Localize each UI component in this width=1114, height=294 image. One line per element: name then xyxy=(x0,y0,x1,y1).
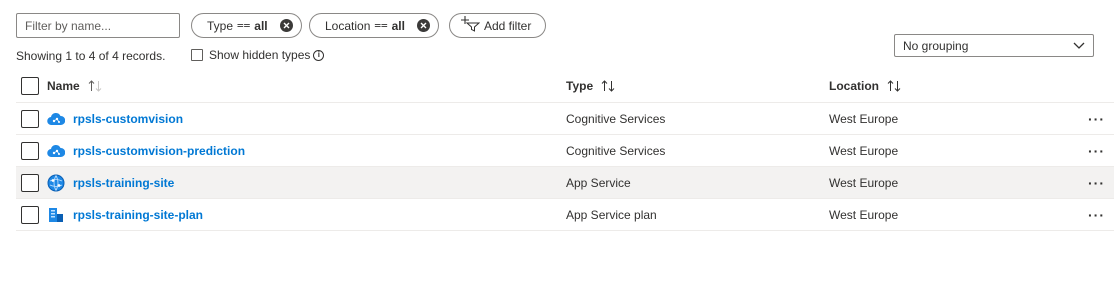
resource-name-link[interactable]: rpsls-training-site xyxy=(73,176,174,190)
info-icon[interactable]: i xyxy=(313,49,325,61)
more-options-icon[interactable]: ··· xyxy=(1088,199,1105,230)
column-type-label: Type xyxy=(566,79,594,93)
sort-icon[interactable] xyxy=(887,80,901,92)
add-filter-icon xyxy=(460,16,481,35)
grouping-selected-value: No grouping xyxy=(903,38,969,53)
location-cell: West Europe xyxy=(829,175,899,190)
select-all-checkbox[interactable] xyxy=(21,77,39,95)
type-cell: App Service plan xyxy=(566,207,657,222)
show-hidden-types-label: Show hidden types xyxy=(209,48,311,62)
location-filter-operator: == xyxy=(374,19,388,32)
sort-icon[interactable] xyxy=(88,80,102,92)
remove-location-filter-icon[interactable] xyxy=(416,19,430,32)
name-cell: rpsls-customvision xyxy=(47,103,183,134)
add-filter-button[interactable]: Add filter xyxy=(449,13,547,38)
app-service-plan-icon xyxy=(47,206,65,224)
location-filter-value: all xyxy=(391,18,405,33)
type-cell: App Service xyxy=(566,175,631,190)
cognitive-services-icon xyxy=(47,110,65,128)
type-filter-value: all xyxy=(254,18,268,33)
location-cell: West Europe xyxy=(829,143,899,158)
type-filter-operator: == xyxy=(237,19,251,32)
type-filter-pill[interactable]: Type == all xyxy=(191,13,302,38)
cognitive-services-icon xyxy=(47,142,65,160)
more-options-icon[interactable]: ··· xyxy=(1088,103,1105,134)
name-cell: rpsls-customvision-prediction xyxy=(47,135,245,166)
sort-icon[interactable] xyxy=(601,80,615,92)
more-options-icon[interactable]: ··· xyxy=(1088,167,1105,198)
row-checkbox[interactable] xyxy=(21,206,39,224)
location-cell: West Europe xyxy=(829,207,899,222)
type-filter-label: Type xyxy=(207,18,234,33)
column-name-label: Name xyxy=(47,79,80,93)
resources-table: Name Type Location rpsls-customvision Co… xyxy=(16,70,1114,231)
column-header-location[interactable]: Location xyxy=(829,70,901,102)
row-checkbox[interactable] xyxy=(21,110,39,128)
location-filter-pill[interactable]: Location == all xyxy=(309,13,439,38)
column-header-name[interactable]: Name xyxy=(47,70,102,102)
location-cell: West Europe xyxy=(829,111,899,126)
resource-name-link[interactable]: rpsls-customvision xyxy=(73,112,183,126)
grouping-dropdown[interactable]: No grouping xyxy=(894,34,1094,57)
more-options-icon[interactable]: ··· xyxy=(1088,135,1105,166)
type-cell: Cognitive Services xyxy=(566,143,666,158)
remove-type-filter-icon[interactable] xyxy=(279,19,293,32)
table-row[interactable]: rpsls-training-site-plan App Service pla… xyxy=(16,199,1114,231)
app-service-icon xyxy=(47,174,65,192)
type-cell: Cognitive Services xyxy=(566,111,666,126)
row-checkbox[interactable] xyxy=(21,142,39,160)
records-summary: Showing 1 to 4 of 4 records. xyxy=(16,49,166,63)
table-row[interactable]: rpsls-customvision-prediction Cognitive … xyxy=(16,135,1114,167)
name-cell: rpsls-training-site xyxy=(47,167,174,198)
chevron-down-icon xyxy=(1073,39,1085,53)
table-row[interactable]: rpsls-customvision Cognitive Services We… xyxy=(16,103,1114,135)
resource-name-link[interactable]: rpsls-training-site-plan xyxy=(73,208,203,222)
row-checkbox[interactable] xyxy=(21,174,39,192)
filter-by-name-input[interactable] xyxy=(16,13,180,38)
resource-name-link[interactable]: rpsls-customvision-prediction xyxy=(73,144,245,158)
show-hidden-types-toggle[interactable]: Show hidden types i xyxy=(191,48,325,62)
table-row[interactable]: rpsls-training-site App Service West Eur… xyxy=(16,167,1114,199)
table-header: Name Type Location xyxy=(16,70,1114,103)
column-location-label: Location xyxy=(829,79,879,93)
add-filter-label: Add filter xyxy=(484,18,532,33)
location-filter-label: Location xyxy=(325,18,371,33)
column-header-type[interactable]: Type xyxy=(566,70,615,102)
name-cell: rpsls-training-site-plan xyxy=(47,199,203,230)
show-hidden-types-checkbox[interactable] xyxy=(191,49,203,61)
